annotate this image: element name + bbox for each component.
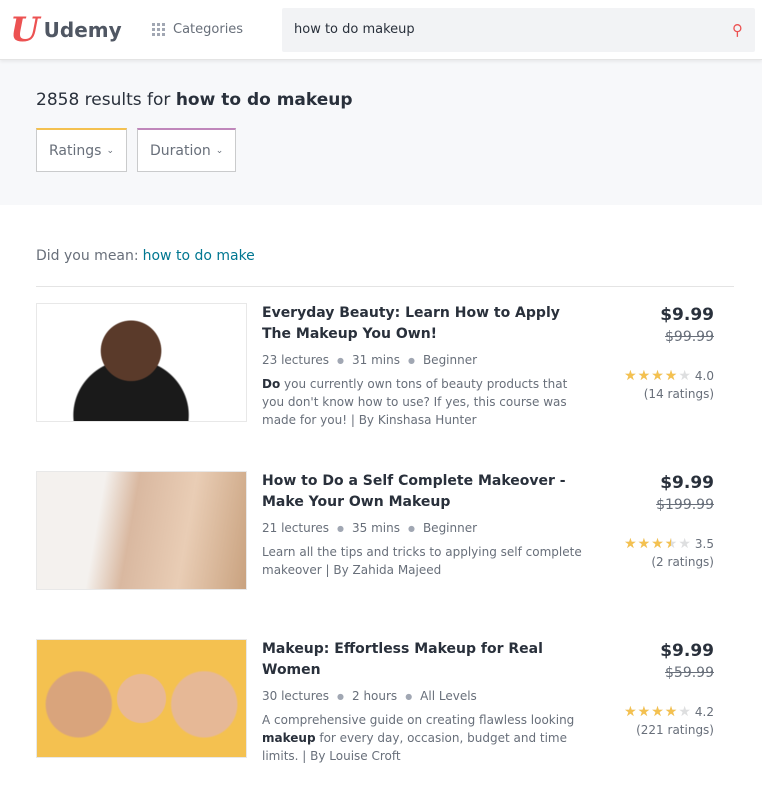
- header: U Udemy Categories ⚲: [0, 0, 762, 60]
- course-title[interactable]: Makeup: Effortless Makeup for Real Women: [262, 639, 582, 681]
- star-rating: ★★★★★★★★★★: [624, 536, 691, 552]
- logo-mark: U: [10, 9, 40, 50]
- original-price: $59.99: [665, 665, 714, 681]
- chevron-down-icon: ⌄: [106, 145, 114, 156]
- star-icon: ★★: [664, 368, 678, 384]
- lectures: 30 lectures: [262, 689, 330, 703]
- original-price: $99.99: [665, 329, 714, 345]
- star-icon: ★★: [651, 368, 664, 384]
- results-summary: 2858 results for how to do makeup: [36, 90, 353, 110]
- star-icon: ★★: [624, 704, 637, 720]
- course-title[interactable]: Everyday Beauty: Learn How to Apply The …: [262, 303, 582, 345]
- course-thumbnail[interactable]: [36, 303, 247, 422]
- star-icon: ★★: [637, 368, 651, 384]
- udemy-logo[interactable]: U Udemy: [10, 13, 152, 47]
- star-icon: ★★: [637, 704, 651, 720]
- rating-value: 4.0: [694, 369, 714, 383]
- search-icon[interactable]: ⚲: [732, 21, 743, 39]
- filters: Ratings ⌄ Duration ⌄: [36, 128, 726, 172]
- duration: 35 mins: [352, 521, 400, 535]
- grid-icon: [152, 23, 165, 36]
- course-meta: 30 lectures ● 2 hours ● All Levels: [262, 689, 477, 703]
- search-input[interactable]: [294, 22, 732, 37]
- duration: 2 hours: [352, 689, 398, 703]
- categories-button[interactable]: Categories: [152, 22, 282, 37]
- original-price: $199.99: [656, 497, 714, 513]
- ratings-count: (2 ratings): [651, 555, 714, 569]
- course-pricing: $9.99 $199.99 ★★★★★★★★★★3.5 (2 ratings): [582, 471, 714, 623]
- lectures: 21 lectures: [262, 521, 330, 535]
- course-description: Learn all the tips and tricks to applyin…: [262, 545, 582, 577]
- star-icon: ★★: [664, 704, 678, 720]
- rating-value: 3.5: [694, 537, 714, 551]
- did-you-mean: Did you mean: how to do make: [36, 248, 734, 287]
- suggestion-link[interactable]: how to do make: [143, 248, 255, 264]
- course-pricing: $9.99 $99.99 ★★★★★★★★★★4.0 (14 ratings): [582, 303, 714, 455]
- course-info: How to Do a Self Complete Makeover - Mak…: [262, 471, 582, 623]
- star-icon: ★★: [624, 368, 637, 384]
- rating: ★★★★★★★★★★3.5: [582, 536, 714, 552]
- price: $9.99: [660, 305, 714, 325]
- rating: ★★★★★★★★★★4.0: [582, 368, 714, 384]
- course-title[interactable]: How to Do a Self Complete Makeover - Mak…: [262, 471, 582, 513]
- star-icon: ★★: [678, 704, 691, 720]
- course-meta: 23 lectures ● 31 mins ● Beginner: [262, 353, 478, 367]
- ratings-count: (221 ratings): [636, 723, 714, 737]
- course-info: Everyday Beauty: Learn How to Apply The …: [262, 303, 582, 455]
- level: Beginner: [422, 521, 478, 535]
- course-description: A comprehensive guide on creating flawle…: [262, 713, 575, 763]
- course-thumbnail[interactable]: [36, 639, 247, 758]
- rating-value: 4.2: [694, 705, 714, 719]
- ratings-count: (14 ratings): [643, 387, 714, 401]
- star-icon: ★★: [678, 368, 691, 384]
- star-icon: ★★: [651, 536, 664, 552]
- course-thumbnail[interactable]: [36, 471, 247, 590]
- star-rating: ★★★★★★★★★★: [624, 704, 691, 720]
- star-icon: ★★: [651, 704, 664, 720]
- rating: ★★★★★★★★★★4.2: [582, 704, 714, 720]
- star-rating: ★★★★★★★★★★: [624, 368, 691, 384]
- star-icon: ★★: [637, 536, 651, 552]
- filter-ratings[interactable]: Ratings ⌄: [36, 128, 127, 172]
- course-card[interactable]: Makeup: Effortless Makeup for Real Women…: [36, 623, 714, 791]
- course-info: Makeup: Effortless Makeup for Real Women…: [262, 639, 582, 791]
- level: Beginner: [422, 353, 478, 367]
- price: $9.99: [660, 641, 714, 661]
- search-bar: ⚲: [282, 7, 755, 52]
- star-icon: ★★: [624, 536, 637, 552]
- duration: 31 mins: [352, 353, 400, 367]
- chevron-down-icon: ⌄: [215, 145, 224, 156]
- course-description: Do you currently own tons of beauty prod…: [262, 377, 568, 427]
- lectures: 23 lectures: [262, 353, 330, 367]
- star-icon: ★★: [664, 536, 678, 552]
- filter-duration[interactable]: Duration ⌄: [136, 128, 237, 172]
- course-meta: 21 lectures ● 35 mins ● Beginner: [262, 521, 478, 535]
- results-header: 2858 results for how to do makeup Rating…: [0, 60, 762, 205]
- level: All Levels: [420, 689, 477, 703]
- star-icon: ★★: [678, 536, 691, 552]
- price: $9.99: [660, 473, 714, 493]
- course-pricing: $9.99 $59.99 ★★★★★★★★★★4.2 (221 ratings): [582, 639, 714, 791]
- logo-text: Udemy: [43, 17, 122, 42]
- course-card[interactable]: Everyday Beauty: Learn How to Apply The …: [36, 287, 714, 455]
- categories-label: Categories: [173, 22, 244, 37]
- course-card[interactable]: How to Do a Self Complete Makeover - Mak…: [36, 455, 714, 623]
